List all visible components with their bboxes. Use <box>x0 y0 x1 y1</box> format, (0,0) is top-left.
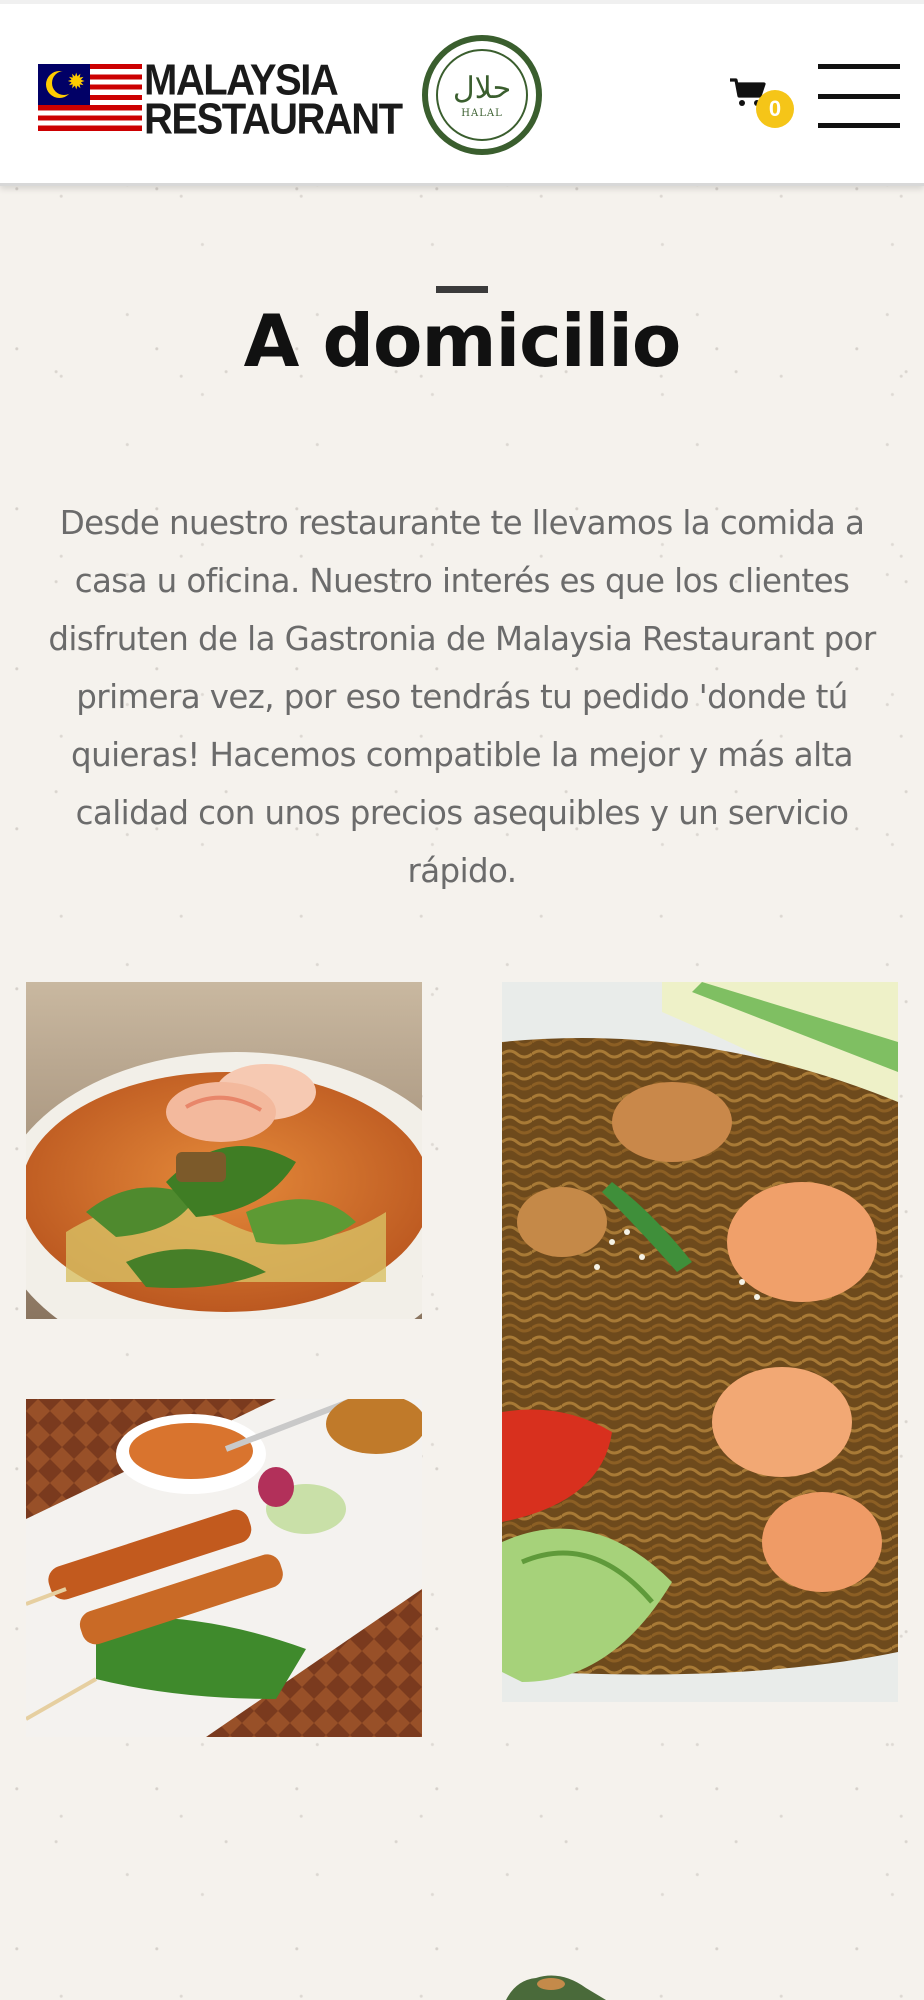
fried-noodles-photo <box>502 982 898 1702</box>
site-header: ✹ MALAYSIA RESTAURANT حلال HALAL 0 <box>0 0 924 186</box>
logo-line-1: MALAYSIA <box>144 56 339 105</box>
menu-line-icon <box>818 64 900 69</box>
intro-paragraph: Desde nuestro restaurante te llevamos la… <box>48 504 876 890</box>
halal-badge: حلال HALAL <box>422 35 542 155</box>
logo-wordmark: MALAYSIA RESTAURANT <box>144 56 403 144</box>
laksa-photo <box>26 982 422 1319</box>
hamburger-menu-button[interactable] <box>818 64 900 128</box>
cart-count-badge: 0 <box>756 90 794 128</box>
restaurant-logo[interactable]: ✹ MALAYSIA RESTAURANT <box>38 59 403 141</box>
menu-line-icon <box>818 93 900 99</box>
page-title: A domicilio <box>243 299 682 383</box>
title-accent-bar <box>436 286 488 293</box>
halal-arabic-text: حلال <box>452 70 512 106</box>
satay-photo <box>26 1399 422 1737</box>
halal-latin-text: HALAL <box>461 107 503 119</box>
next-section-photo-peek <box>506 1970 606 2000</box>
menu-line-icon <box>818 123 900 128</box>
cart-button[interactable]: 0 <box>730 74 800 130</box>
logo-line-2: RESTAURANT <box>144 95 403 144</box>
malaysia-flag-icon: ✹ <box>38 64 142 136</box>
